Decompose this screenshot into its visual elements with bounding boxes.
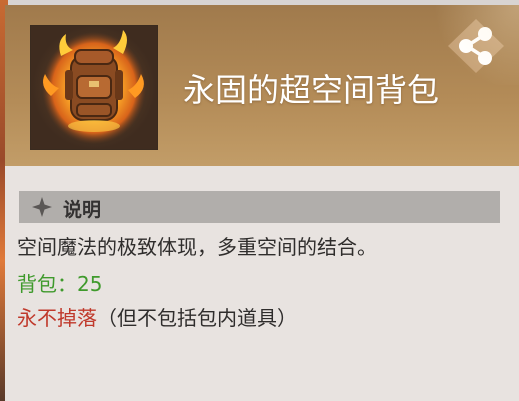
- section-title: 说明: [63, 199, 102, 221]
- item-description: 空间魔法的极致体现，多重空间的结合。: [17, 235, 377, 259]
- tooltip-header: 永固的超空间背包: [5, 5, 519, 166]
- share-icon[interactable]: [446, 17, 506, 75]
- tooltip-body: 说明 空间魔法的极致体现，多重空间的结合。 背包：25 永不掉落（但不包括包内道…: [5, 166, 519, 401]
- no-drop-line: 永不掉落（但不包括包内道具）: [17, 304, 297, 332]
- game-screen: 永固的超空间背包 说明 空间魔法的极致体现，多重空间的结合。 背包：25 永不掉…: [0, 0, 519, 401]
- backpack-icon: [42, 30, 146, 144]
- item-icon-frame: [30, 25, 158, 150]
- no-drop-note: （但不包括包内道具）: [97, 306, 297, 330]
- section-header: 说明: [19, 191, 500, 223]
- item-tooltip: 永固的超空间背包 说明 空间魔法的极致体现，多重空间的结合。 背包：25 永不掉…: [5, 5, 519, 401]
- capacity-text: 背包：25: [17, 272, 103, 296]
- item-title: 永固的超空间背包: [183, 71, 440, 109]
- diamond-star-icon: [32, 197, 52, 217]
- no-drop-text: 永不掉落: [17, 306, 97, 330]
